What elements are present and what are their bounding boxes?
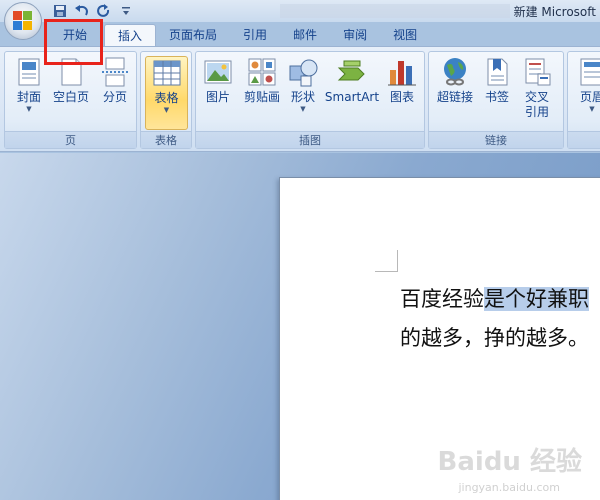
cross-reference-button[interactable]: 交叉 引用 [517,56,557,120]
margin-corner-mark [375,271,398,272]
group-header-footer: 页眉 ▼ [567,51,600,149]
bookmark-button[interactable]: 书签 [479,56,515,105]
highlight-annotation [44,19,103,65]
shapes-label: 形状 [290,90,315,104]
redo-icon[interactable] [96,3,112,19]
group-illustrations: 图片 剪贴画 形状 ▼ SmartArt 图表 插图 [195,51,425,149]
document-line-2[interactable]: 的越多，挣的越多。 [400,322,589,352]
document-line-1[interactable]: 百度经验是个好兼职 [400,283,589,313]
smartart-icon [337,60,365,81]
hyperlink-icon [444,58,466,86]
undo-icon[interactable] [74,3,90,19]
group-label-pages: 页 [5,131,136,148]
group-pages: 封面 ▼ 空白页 分页 页 [4,51,137,149]
margin-corner-mark [397,250,398,272]
window-title: 新建 Microsoft [513,5,596,19]
group-label-header-footer [568,131,600,148]
document-text: 百度经验 [400,287,484,311]
cover-page-label: 封面 [16,90,41,104]
shapes-button[interactable]: 形状 ▼ [286,56,320,114]
group-label-links: 链接 [429,131,563,148]
table-label: 表格 [154,91,179,105]
picture-icon [204,60,232,84]
hyperlink-button[interactable]: 超链接 [433,56,477,105]
table-button[interactable]: 表格 ▼ [145,56,188,130]
clip-art-icon [248,58,276,86]
table-icon [153,60,180,86]
shapes-icon [289,59,318,87]
quick-access-toolbar [52,2,134,20]
tab-view[interactable]: 视图 [380,24,430,46]
header-button[interactable]: 页眉 ▼ [572,56,600,114]
group-tables: 表格 ▼ 表格 [140,51,192,149]
clip-art-label: 剪贴画 [243,90,280,104]
customize-icon[interactable] [118,3,134,19]
chart-button[interactable]: 图表 [384,56,420,105]
clip-art-button[interactable]: 剪贴画 [240,56,284,105]
group-links: 超链接 书签 交叉 引用 链接 [428,51,564,149]
office-button[interactable] [4,2,42,40]
picture-label: 图片 [205,90,230,104]
tab-mailings[interactable]: 邮件 [280,24,330,46]
page-break-label: 分页 [102,90,127,104]
chevron-down-icon: ▼ [300,105,306,113]
save-icon[interactable] [52,3,68,19]
hyperlink-label: 超链接 [436,90,473,104]
group-label-tables: 表格 [141,131,191,148]
chevron-down-icon: ▼ [26,105,32,113]
cross-reference-icon [525,58,551,86]
watermark-url: jingyan.baidu.com [458,481,560,494]
cover-page-icon [18,58,40,86]
cover-page-button[interactable]: 封面 ▼ [9,56,49,114]
blank-page-label: 空白页 [52,90,89,104]
header-label: 页眉 [579,90,600,104]
group-label-illustrations: 插图 [196,131,424,148]
watermark-logo: Baidu 经验 [437,447,582,477]
bookmark-label: 书签 [484,90,509,104]
title-fade [280,4,510,18]
chevron-down-icon: ▼ [163,106,170,114]
chevron-down-icon: ▼ [589,105,595,113]
tab-references[interactable]: 引用 [230,24,280,46]
cross-reference-label: 交叉 引用 [524,90,549,119]
tab-page-layout[interactable]: 页面布局 [156,24,230,46]
smartart-button[interactable]: SmartArt [322,56,382,105]
office-logo-icon [13,11,33,31]
picture-button[interactable]: 图片 [200,56,236,105]
tab-review[interactable]: 审阅 [330,24,380,46]
page-break-icon [102,57,128,87]
tab-insert[interactable]: 插入 [104,24,157,46]
header-icon [580,58,600,86]
smartart-label: SmartArt [324,90,380,104]
chart-icon [388,61,416,86]
bookmark-icon [487,58,508,86]
selected-text: 是个好兼职 [484,287,589,311]
chart-label: 图表 [389,90,414,104]
ribbon-tabs: 开始 插入 页面布局 引用 邮件 审阅 视图 [46,24,430,46]
